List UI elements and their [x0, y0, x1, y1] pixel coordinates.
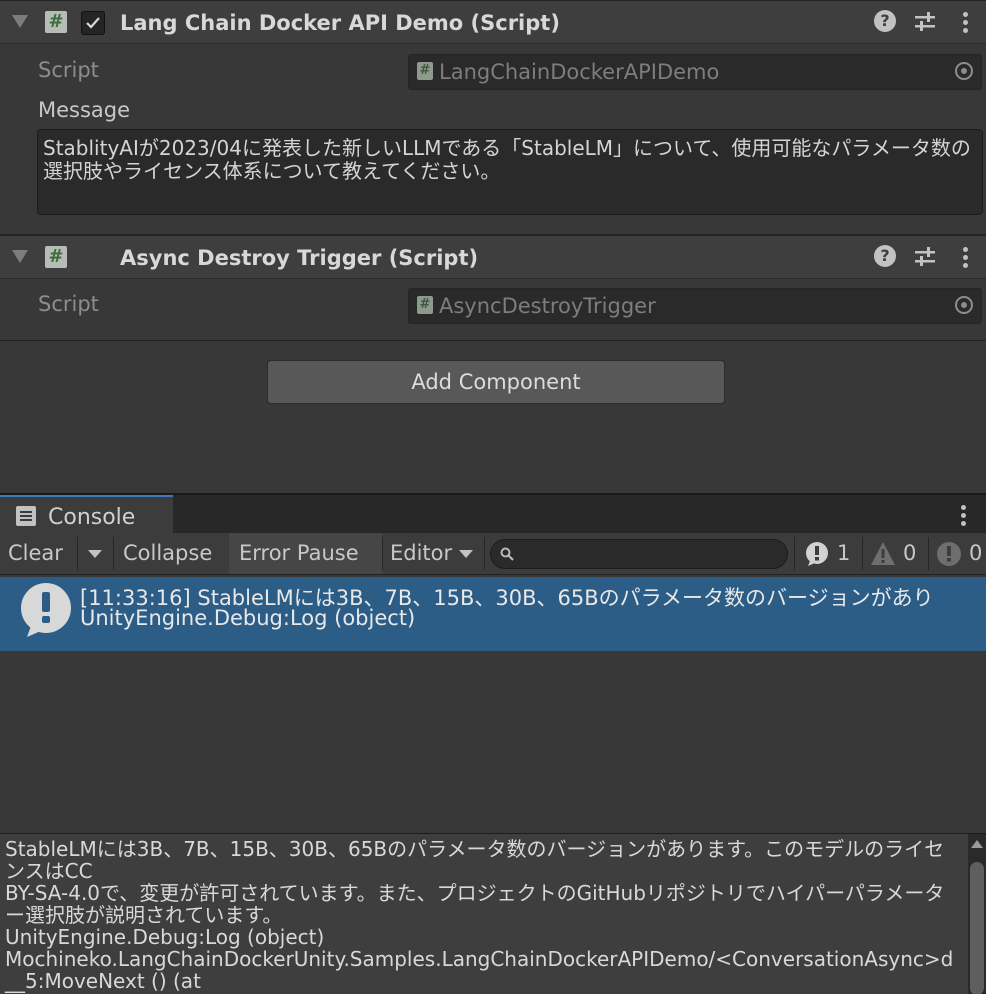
scroll-up-arrow-icon[interactable]: [971, 840, 983, 848]
script-file-icon: #: [417, 62, 433, 80]
toolbar-divider: [862, 537, 863, 570]
chevron-down-icon: [458, 550, 473, 558]
log-entry[interactable]: [11:33:16] StableLMには3B、7B、15B、30B、65Bのパ…: [0, 577, 986, 651]
script-hash-icon: #: [45, 246, 67, 268]
component-enabled-checkbox[interactable]: [81, 11, 105, 35]
object-picker-icon[interactable]: [955, 62, 973, 80]
toolbar-divider: [113, 537, 114, 570]
script-label: Script: [38, 58, 99, 82]
toolbar-divider: [928, 537, 929, 570]
script-file-icon: #: [417, 296, 433, 314]
script-object-value: AsyncDestroyTrigger: [439, 294, 656, 318]
console-search-input[interactable]: [490, 539, 788, 569]
console-log-list: [11:33:16] StableLMには3B、7B、15B、30B、65Bのパ…: [0, 575, 986, 833]
error-pause-toggle[interactable]: Error Pause: [229, 533, 382, 574]
detail-scrollbar[interactable]: [968, 834, 986, 994]
toolbar-divider: [794, 537, 795, 570]
clear-button[interactable]: Clear: [8, 533, 63, 574]
log-detail-pane: StableLMには3B、7B、15B、30B、65Bのパラメータ数のバージョン…: [0, 833, 986, 994]
chevron-down-icon: [88, 550, 102, 558]
help-icon[interactable]: ?: [874, 245, 896, 267]
script-label: Script: [38, 292, 99, 316]
object-picker-icon[interactable]: [955, 296, 973, 314]
message-textarea[interactable]: StablityAIが2023/04に発表した新しいLLMである「StableL…: [37, 129, 983, 215]
add-component-button[interactable]: Add Component: [267, 360, 725, 404]
component-title: Lang Chain Docker API Demo (Script): [120, 11, 560, 35]
component-title: Async Destroy Trigger (Script): [120, 246, 479, 270]
info-log-icon: [21, 583, 71, 637]
console-tab-bar: Console: [0, 493, 986, 535]
foldout-arrow-icon[interactable]: [12, 15, 28, 28]
component-header-langchain[interactable]: # Lang Chain Docker API Demo (Script) ?: [0, 0, 986, 44]
log-detail-text[interactable]: StableLMには3B、7B、15B、30B、65Bのパラメータ数のバージョン…: [5, 838, 960, 992]
script-object-value: LangChainDockerAPIDemo: [439, 60, 720, 84]
divider: [0, 340, 986, 341]
console-icon: [16, 506, 36, 526]
checkmark-icon: [86, 17, 100, 29]
error-count-toggle[interactable]: 0: [935, 533, 986, 574]
component-menu-kebab-icon[interactable]: [963, 12, 969, 36]
scrollbar-thumb[interactable]: [970, 862, 984, 994]
clear-options-dropdown[interactable]: [88, 533, 108, 574]
toolbar-divider: [484, 537, 485, 570]
editor-dropdown-label: Editor: [390, 541, 453, 565]
preset-settings-icon[interactable]: [914, 246, 936, 268]
warning-icon: [871, 542, 895, 565]
log-entry-source: UnityEngine.Debug:Log (object): [80, 606, 416, 630]
warning-count: 0: [903, 541, 917, 565]
foldout-arrow-icon[interactable]: [12, 250, 28, 263]
editor-dropdown[interactable]: Editor: [390, 533, 473, 574]
tab-console[interactable]: Console: [0, 495, 173, 535]
script-object-field[interactable]: # AsyncDestroyTrigger: [408, 288, 982, 324]
component-header-async-destroy[interactable]: # Async Destroy Trigger (Script) ?: [0, 235, 986, 279]
collapse-toggle[interactable]: Collapse: [123, 533, 212, 574]
toolbar-divider: [77, 537, 78, 570]
preset-settings-icon[interactable]: [914, 11, 936, 33]
toolbar-divider: [382, 537, 383, 570]
log-count-toggle[interactable]: 1: [803, 533, 859, 574]
info-log-icon: [806, 542, 828, 566]
console-menu-kebab-icon[interactable]: [961, 505, 967, 529]
error-count: 0: [969, 541, 983, 565]
warning-count-toggle[interactable]: 0: [869, 533, 925, 574]
console-toolbar: Clear Collapse Error Pause Editor 1 0 0: [0, 533, 986, 575]
tab-console-label: Console: [48, 505, 136, 530]
component-menu-kebab-icon[interactable]: [963, 247, 969, 271]
error-icon: [937, 542, 961, 566]
help-icon[interactable]: ?: [874, 10, 896, 32]
log-count: 1: [837, 541, 851, 565]
message-label: Message: [38, 98, 131, 122]
script-hash-icon: #: [45, 11, 67, 33]
search-icon: [500, 547, 514, 561]
script-object-field[interactable]: # LangChainDockerAPIDemo: [408, 54, 982, 90]
